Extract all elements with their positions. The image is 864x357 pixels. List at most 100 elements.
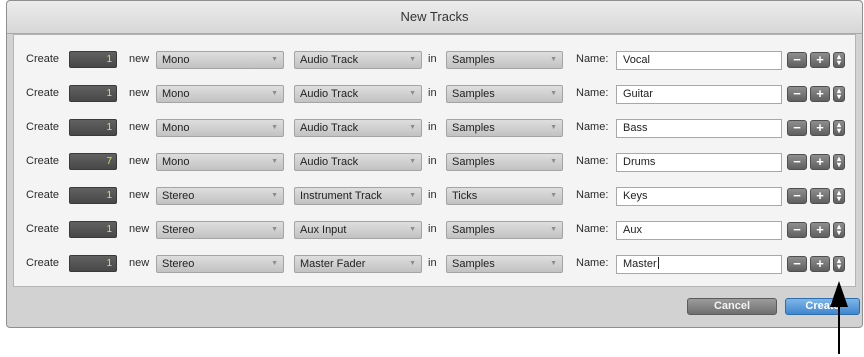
track-type-value: Instrument Track (300, 190, 382, 202)
add-row-button[interactable]: + (810, 86, 830, 102)
remove-row-button[interactable]: − (787, 86, 807, 102)
timebase-select[interactable]: Samples ▼ (446, 85, 563, 103)
format-select[interactable]: Mono ▼ (156, 51, 284, 69)
timebase-select[interactable]: Samples ▼ (446, 153, 563, 171)
drag-handle-icon: ▴ ▾ (836, 188, 841, 203)
cancel-button[interactable]: Cancel (687, 298, 777, 315)
name-label: Name: (576, 53, 609, 65)
move-row-handle[interactable]: ▴ ▾ (833, 86, 845, 102)
remove-row-button[interactable]: − (787, 222, 807, 238)
new-label: new (129, 53, 150, 65)
chevron-down-icon: ▼ (550, 56, 557, 63)
timebase-select[interactable]: Samples ▼ (446, 119, 563, 137)
track-name-input[interactable]: Keys (616, 187, 782, 206)
chevron-down-icon: ▼ (271, 192, 278, 199)
chevron-down-icon: ▼ (271, 226, 278, 233)
timebase-select[interactable]: Samples ▼ (446, 255, 563, 273)
track-row: Create 7 new Mono ▼ Audio Track ▼ in Sampl… (14, 151, 855, 172)
track-count-field[interactable]: 1 (69, 255, 117, 272)
format-select[interactable]: Mono ▼ (156, 153, 284, 171)
chevron-down-icon: ▼ (409, 90, 416, 97)
name-label: Name: (576, 223, 609, 235)
plus-icon: + (816, 52, 824, 67)
chevron-down-icon: ▼ (271, 124, 278, 131)
create-label: Create (26, 53, 60, 65)
format-value: Stereo (162, 224, 195, 236)
format-select[interactable]: Stereo ▼ (156, 255, 284, 273)
plus-icon: + (816, 120, 824, 135)
timebase-select[interactable]: Samples ▼ (446, 221, 563, 239)
add-row-button[interactable]: + (810, 222, 830, 238)
add-row-button[interactable]: + (810, 154, 830, 170)
format-value: Mono (162, 54, 190, 66)
track-type-select[interactable]: Master Fader ▼ (294, 255, 422, 273)
move-row-handle[interactable]: ▴ ▾ (833, 52, 845, 68)
track-count-field[interactable]: 1 (69, 221, 117, 238)
create-label: Create (26, 155, 60, 167)
add-row-button[interactable]: + (810, 256, 830, 272)
track-type-select[interactable]: Aux Input ▼ (294, 221, 422, 239)
add-row-button[interactable]: + (810, 52, 830, 68)
track-name-input[interactable]: Guitar (616, 85, 782, 104)
in-label: in (428, 53, 437, 65)
track-row: Create 1 new Mono ▼ Audio Track ▼ in Sampl… (14, 83, 855, 104)
remove-row-button[interactable]: − (787, 154, 807, 170)
name-label: Name: (576, 87, 609, 99)
timebase-select[interactable]: Ticks ▼ (446, 187, 563, 205)
create-button[interactable]: Create (785, 298, 860, 315)
track-name-value: Drums (623, 156, 656, 168)
track-name-input[interactable]: Drums (616, 153, 782, 172)
track-name-value: Vocal (623, 54, 650, 66)
new-label: new (129, 189, 150, 201)
remove-row-button[interactable]: − (787, 188, 807, 204)
track-count-field[interactable]: 1 (69, 187, 117, 204)
new-tracks-dialog: New Tracks Create 1 new Mono ▼ Audio Trac… (6, 0, 863, 328)
format-select[interactable]: Stereo ▼ (156, 187, 284, 205)
timebase-select[interactable]: Samples ▼ (446, 51, 563, 69)
add-row-button[interactable]: + (810, 120, 830, 136)
format-select[interactable]: Mono ▼ (156, 119, 284, 137)
track-name-input[interactable]: Master (616, 255, 782, 274)
move-row-handle[interactable]: ▴ ▾ (833, 222, 845, 238)
chevron-down-icon: ▼ (550, 226, 557, 233)
format-select[interactable]: Stereo ▼ (156, 221, 284, 239)
name-label: Name: (576, 189, 609, 201)
track-name-input[interactable]: Vocal (616, 51, 782, 70)
remove-row-button[interactable]: − (787, 52, 807, 68)
remove-row-button[interactable]: − (787, 256, 807, 272)
format-value: Mono (162, 122, 190, 134)
plus-icon: + (816, 222, 824, 237)
move-row-handle[interactable]: ▴ ▾ (833, 188, 845, 204)
track-type-value: Audio Track (300, 88, 359, 100)
track-type-select[interactable]: Audio Track ▼ (294, 51, 422, 69)
format-select[interactable]: Mono ▼ (156, 85, 284, 103)
remove-row-button[interactable]: − (787, 120, 807, 136)
plus-icon: + (816, 86, 824, 101)
move-row-handle[interactable]: ▴ ▾ (833, 120, 845, 136)
track-type-select[interactable]: Instrument Track ▼ (294, 187, 422, 205)
timebase-value: Samples (452, 54, 495, 66)
move-row-handle[interactable]: ▴ ▾ (833, 154, 845, 170)
move-row-handle[interactable]: ▴ ▾ (833, 256, 845, 272)
track-count-field[interactable]: 7 (69, 153, 117, 170)
in-label: in (428, 155, 437, 167)
chevron-down-icon: ▼ (409, 260, 416, 267)
track-type-select[interactable]: Audio Track ▼ (294, 85, 422, 103)
track-count-field[interactable]: 1 (69, 85, 117, 102)
minus-icon: − (793, 154, 801, 169)
track-count-field[interactable]: 1 (69, 51, 117, 68)
track-name-input[interactable]: Bass (616, 119, 782, 138)
track-count-field[interactable]: 1 (69, 119, 117, 136)
track-type-select[interactable]: Audio Track ▼ (294, 153, 422, 171)
chevron-down-icon: ▼ (550, 192, 557, 199)
add-row-button[interactable]: + (810, 188, 830, 204)
format-value: Stereo (162, 190, 195, 202)
track-type-select[interactable]: Audio Track ▼ (294, 119, 422, 137)
timebase-value: Ticks (452, 190, 478, 202)
name-label: Name: (576, 257, 609, 269)
track-name-input[interactable]: Aux (616, 221, 782, 240)
in-label: in (428, 257, 437, 269)
drag-handle-icon: ▴ ▾ (836, 52, 841, 67)
track-row: Create 1 new Mono ▼ Audio Track ▼ in Sampl… (14, 117, 855, 138)
timebase-value: Samples (452, 122, 495, 134)
